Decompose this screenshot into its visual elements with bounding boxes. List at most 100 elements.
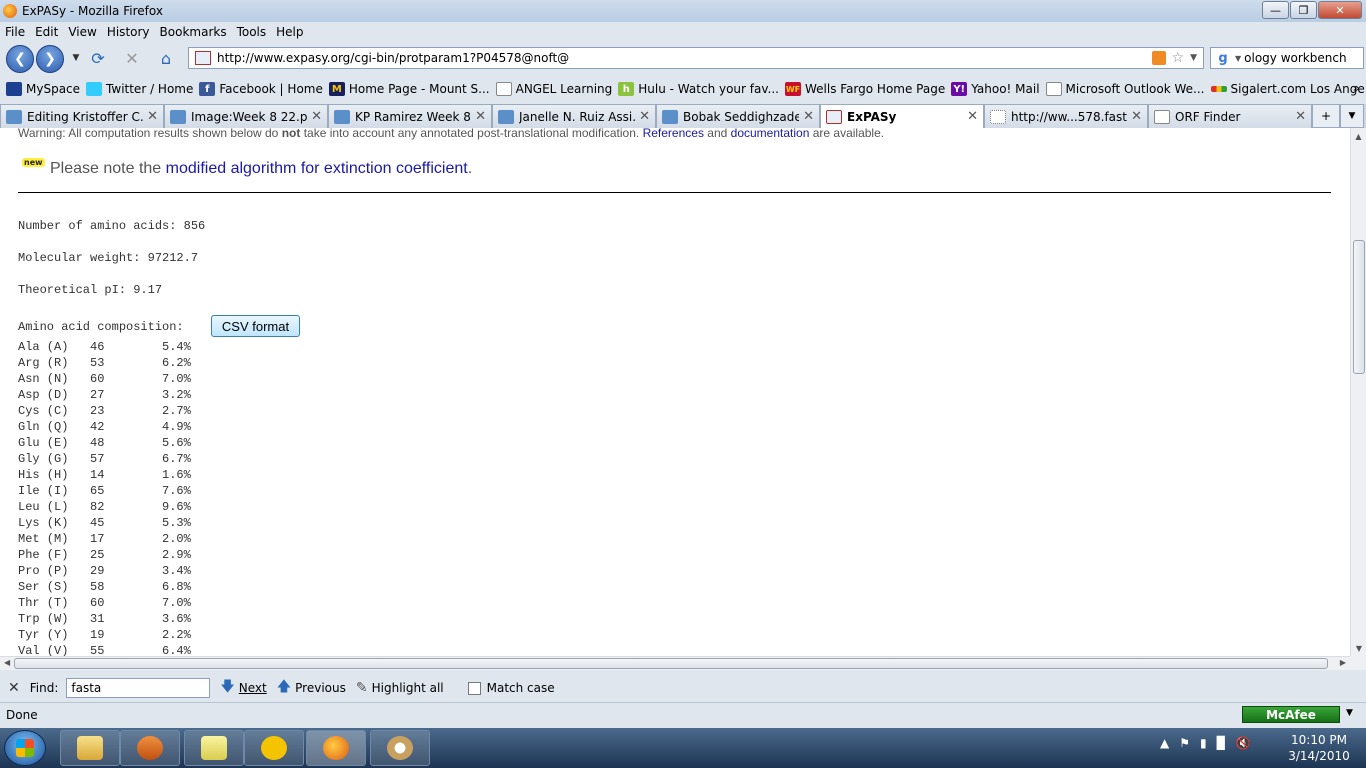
url-dropdown-icon[interactable]: ▼ — [1190, 53, 1197, 63]
taskbar-clock[interactable]: 10:10 PM 3/14/2010 — [1284, 732, 1354, 764]
bookmark-star-icon[interactable]: ☆ — [1172, 50, 1185, 66]
composition-label: Amino acid composition: — [18, 320, 184, 334]
menu-tools[interactable]: Tools — [237, 25, 267, 39]
find-next-button[interactable]: 🡇 Next — [220, 676, 266, 700]
bookmark-twitter[interactable]: Twitter / Home — [86, 82, 193, 96]
scroll-down-icon[interactable]: ▼ — [1351, 640, 1366, 656]
menu-help[interactable]: Help — [276, 25, 303, 39]
vertical-scrollbar[interactable]: ▲ ▼ — [1350, 128, 1366, 656]
search-engine-dropdown-icon[interactable]: ▼ — [1235, 54, 1241, 63]
network-signal-icon[interactable]: ▉ — [1217, 736, 1226, 750]
scroll-left-icon[interactable]: ◀ — [4, 658, 10, 667]
menu-file[interactable]: File — [5, 25, 25, 39]
new-tab-button[interactable]: + — [1312, 104, 1340, 128]
amino-acid-count: 58 — [90, 580, 105, 594]
navigation-toolbar: ❮ ❯ ▼ ⟳ ✕ ⌂ http://www.expasy.org/cgi-bi… — [0, 42, 1366, 74]
home-icon[interactable]: ⌂ — [156, 48, 176, 68]
close-window-button[interactable]: ✕ — [1318, 1, 1362, 19]
tab-image-week8[interactable]: Image:Week 8 22.p... ✕ — [164, 104, 328, 128]
tab-kp-ramirez[interactable]: KP Ramirez Week 8 ...✕ — [328, 104, 492, 128]
close-tab-icon[interactable]: ✕ — [147, 109, 158, 124]
taskbar-firefox[interactable] — [306, 730, 366, 766]
bookmark-hulu[interactable]: h Hulu - Watch your fav... — [618, 82, 779, 96]
show-hidden-icons-icon[interactable]: ▲ — [1160, 736, 1169, 750]
tab-editing-kristoffer[interactable]: Editing Kristoffer C... ✕ — [0, 104, 164, 128]
rss-feed-icon[interactable] — [1151, 51, 1166, 65]
menu-view[interactable]: View — [68, 25, 96, 39]
menu-history[interactable]: History — [107, 25, 150, 39]
bookmark-mount-home[interactable]: M Home Page - Mount S... — [328, 82, 490, 96]
url-bar[interactable]: http://www.expasy.org/cgi-bin/protparam1… — [188, 47, 1204, 69]
mcafee-dropdown-icon[interactable]: ▼ — [1346, 708, 1353, 718]
minimize-button[interactable]: — — [1262, 1, 1289, 19]
reload-icon[interactable]: ⟳ — [88, 48, 108, 68]
maximize-button[interactable]: ❐ — [1290, 1, 1317, 19]
start-button[interactable] — [4, 730, 46, 766]
match-case-checkbox[interactable]: Match case — [454, 681, 555, 695]
bookmarks-overflow-icon[interactable]: » — [1353, 81, 1360, 95]
tab-bobak[interactable]: Bobak Seddighzade...✕ — [656, 104, 820, 128]
volume-muted-icon[interactable]: 🔇 — [1236, 736, 1251, 750]
close-tab-icon[interactable]: ✕ — [311, 109, 322, 124]
close-tab-icon[interactable]: ✕ — [1295, 109, 1306, 124]
close-find-bar-icon[interactable]: ✕ — [8, 680, 20, 696]
close-tab-icon[interactable]: ✕ — [803, 109, 814, 124]
bookmark-yahoo-mail[interactable]: Y! Yahoo! Mail — [951, 82, 1040, 96]
scroll-right-icon[interactable]: ▶ — [1340, 658, 1346, 667]
myspace-icon — [6, 82, 22, 96]
action-center-flag-icon[interactable]: ⚑ — [1179, 736, 1190, 750]
amino-acid-row: Asn (N) 60 7.0% — [18, 372, 222, 388]
stop-icon[interactable]: ✕ — [122, 48, 142, 68]
taskbar-explorer[interactable] — [60, 730, 120, 766]
highlight-all-button[interactable]: ✎ Highlight all — [356, 680, 444, 696]
close-tab-icon[interactable]: ✕ — [475, 109, 486, 124]
bookmark-sigalert[interactable]: Sigalert.com Los Ange... — [1210, 82, 1366, 96]
back-button[interactable]: ❮ — [6, 45, 34, 73]
amino-acid-name: Tyr (Y) — [18, 628, 69, 642]
taskbar-paint[interactable] — [370, 730, 430, 766]
find-previous-button[interactable]: 🡅 Previous — [277, 676, 346, 700]
horizontal-scroll-thumb[interactable] — [14, 658, 1328, 669]
history-dropdown-icon[interactable]: ▼ — [66, 48, 86, 68]
search-bar[interactable]: g ▼ ology workbench — [1210, 47, 1364, 69]
tab-orf-finder[interactable]: ORF Finder ✕ — [1148, 104, 1312, 128]
status-bar: Done McAfee ▼ — [0, 702, 1366, 726]
documentation-link[interactable]: documentation — [731, 128, 810, 140]
checkbox-icon[interactable] — [467, 681, 481, 695]
vertical-scroll-thumb[interactable] — [1353, 240, 1365, 374]
extinction-coefficient-link[interactable]: modified algorithm for extinction coeffi… — [166, 160, 468, 177]
bookmark-myspace[interactable]: MySpace — [6, 82, 80, 96]
amino-acid-percent: 5.6% — [162, 436, 191, 450]
amino-acid-percent: 6.4% — [162, 644, 191, 656]
close-tab-icon[interactable]: ✕ — [1131, 109, 1142, 124]
menu-bookmarks[interactable]: Bookmarks — [160, 25, 227, 39]
taskbar-aim[interactable] — [244, 730, 304, 766]
bookmark-wells-fargo[interactable]: WF Wells Fargo Home Page — [784, 82, 945, 96]
scroll-up-icon[interactable]: ▲ — [1351, 128, 1366, 144]
tab-list-button[interactable]: ▼ — [1340, 104, 1364, 128]
amino-acid-name: Trp (W) — [18, 612, 69, 626]
tab-fasta[interactable]: http://ww...578.fasta ✕ — [984, 104, 1148, 128]
mcafee-button[interactable]: McAfee — [1242, 706, 1340, 723]
bookmark-facebook[interactable]: f Facebook | Home — [199, 82, 323, 96]
close-tab-icon[interactable]: ✕ — [639, 109, 650, 124]
taskbar-sticky-notes[interactable] — [184, 730, 244, 766]
forward-button[interactable]: ❯ — [36, 45, 64, 73]
csv-format-button[interactable]: CSV format — [211, 315, 300, 337]
url-text[interactable]: http://www.expasy.org/cgi-bin/protparam1… — [217, 51, 1152, 65]
tab-expasy[interactable]: ExPASy ✕ — [820, 104, 984, 128]
tab-janelle-ruiz[interactable]: Janelle N. Ruiz Assi... ✕ — [492, 104, 656, 128]
amino-acid-name: Gln (Q) — [18, 420, 69, 434]
references-link[interactable]: References — [643, 128, 704, 140]
number-of-amino-acids: Number of amino acids: 856 — [18, 219, 206, 233]
close-tab-icon[interactable]: ✕ — [967, 109, 978, 124]
bookmark-outlook[interactable]: Microsoft Outlook We... — [1045, 82, 1205, 96]
search-input[interactable]: ology workbench — [1244, 51, 1346, 65]
battery-icon[interactable]: ▮ — [1200, 736, 1207, 750]
taskbar-media-player[interactable] — [120, 730, 180, 766]
google-search-icon[interactable]: g — [1215, 50, 1231, 66]
menu-edit[interactable]: Edit — [35, 25, 58, 39]
bookmark-angel[interactable]: ANGEL Learning — [495, 82, 612, 96]
horizontal-scrollbar[interactable]: ◀ ▶ — [0, 656, 1350, 670]
find-input[interactable]: fasta — [66, 678, 211, 698]
